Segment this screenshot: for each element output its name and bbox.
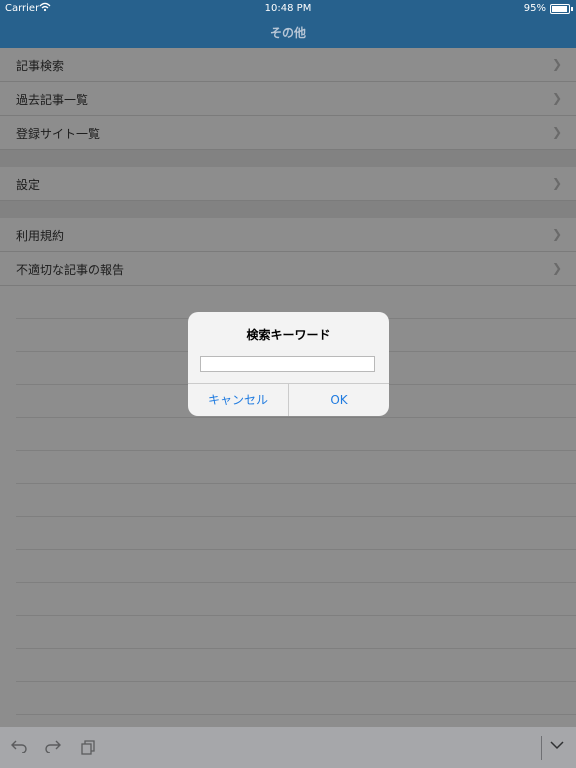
menu-item-label: 不適切な記事の報告 <box>16 263 125 277</box>
battery-percent: 95% <box>523 3 546 14</box>
menu-item-article-search[interactable]: 記事検索 ❯ <box>0 48 576 82</box>
status-bar: Carrier 10:48 PM 95% <box>0 0 576 18</box>
ok-button[interactable]: OK <box>289 384 389 416</box>
dialog-title: 検索キーワード <box>246 328 331 342</box>
menu-item-label: 登録サイト一覧 <box>16 127 101 141</box>
chevron-right-icon: ❯ <box>551 176 562 190</box>
page-title: その他 <box>269 26 306 40</box>
chevron-right-icon: ❯ <box>551 125 562 139</box>
search-keyword-dialog: 検索キーワード キャンセル OK <box>188 312 389 416</box>
menu-item-label: 記事検索 <box>16 59 65 73</box>
empty-row <box>16 517 576 550</box>
empty-row <box>16 616 576 649</box>
undo-icon[interactable] <box>10 739 28 757</box>
empty-row <box>16 649 576 682</box>
menu-item-label: 利用規約 <box>16 229 65 243</box>
battery-tip <box>571 7 573 11</box>
chevron-right-icon: ❯ <box>551 57 562 71</box>
menu-item-report-article[interactable]: 不適切な記事の報告 ❯ <box>0 252 576 286</box>
search-keyword-input[interactable] <box>200 356 375 372</box>
chevron-right-icon: ❯ <box>551 91 562 105</box>
empty-row <box>16 583 576 616</box>
cancel-button[interactable]: キャンセル <box>188 384 288 416</box>
hide-keyboard-icon[interactable] <box>549 737 565 757</box>
keyboard-shortcut-bar <box>0 727 576 768</box>
menu-item-label: 設定 <box>16 178 41 192</box>
menu-item-label: 過去記事一覧 <box>16 93 89 107</box>
navigation-bar: その他 <box>0 18 576 48</box>
empty-row <box>16 682 576 715</box>
menu-item-past-articles[interactable]: 過去記事一覧 ❯ <box>0 82 576 116</box>
menu-item-terms[interactable]: 利用規約 ❯ <box>0 218 576 252</box>
toolbar-divider <box>541 736 542 760</box>
redo-icon[interactable] <box>44 739 62 757</box>
menu-item-registered-sites[interactable]: 登録サイト一覧 ❯ <box>0 116 576 150</box>
empty-row <box>16 451 576 484</box>
empty-row <box>16 550 576 583</box>
chevron-right-icon: ❯ <box>551 261 562 275</box>
menu-item-settings[interactable]: 設定 ❯ <box>0 167 576 201</box>
section-separator <box>0 201 576 218</box>
section-separator <box>0 150 576 167</box>
clock: 10:48 PM <box>264 3 312 14</box>
chevron-right-icon: ❯ <box>551 227 562 241</box>
paste-icon[interactable] <box>80 739 96 759</box>
empty-row <box>16 418 576 451</box>
battery-icon <box>550 4 570 14</box>
empty-row <box>16 484 576 517</box>
